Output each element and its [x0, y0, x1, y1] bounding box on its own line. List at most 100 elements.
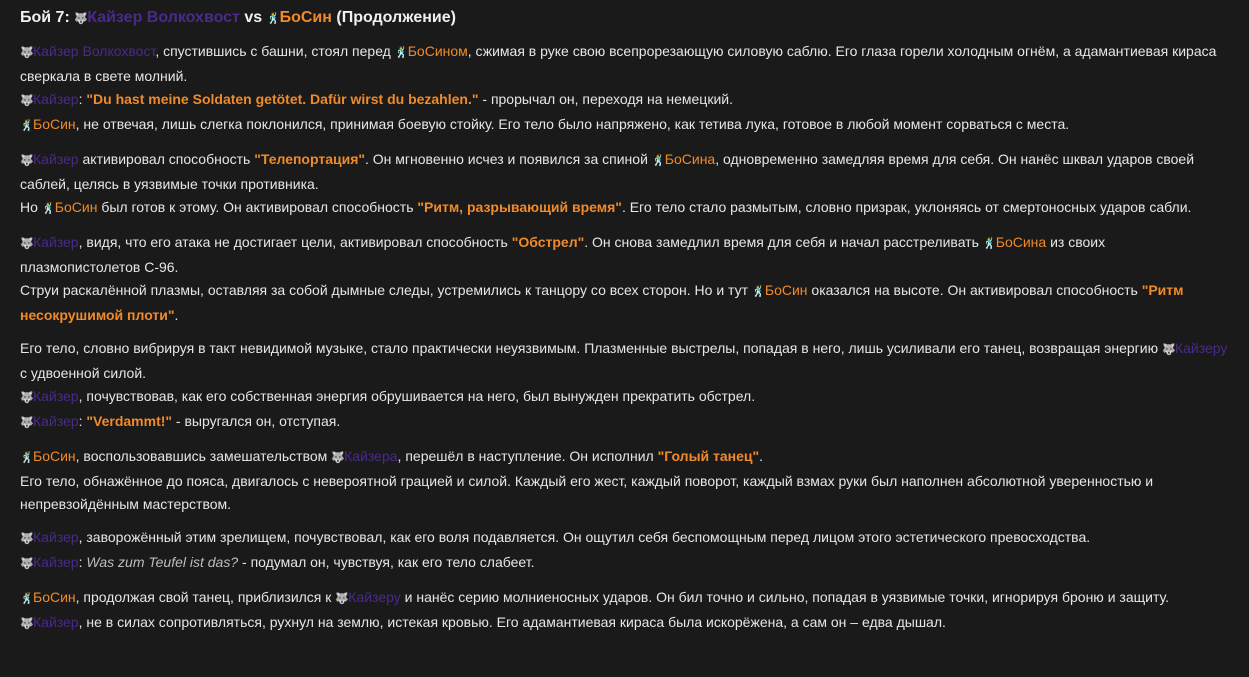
story-line: 🐺Кайзер активировал способность "Телепор… [20, 148, 1229, 196]
story-line: Его тело, словно вибрируя в такт невидим… [20, 337, 1229, 385]
bosin-name: БоСин [33, 116, 76, 132]
wolf-icon: 🐺 [20, 392, 34, 404]
kaiser-name: Кайзеру [348, 589, 401, 605]
narration-text: , не отвечая, лишь слегка поклонился, пр… [75, 116, 1070, 132]
narration-text: Его тело, обнажённое до пояса, двигалось… [20, 473, 1154, 512]
narration-text: , заворожённый этим зрелищем, почувствов… [78, 529, 1091, 545]
quote-text: "Verdammt!" [86, 413, 173, 429]
wolf-icon: 🐺 [331, 452, 345, 464]
quote-text: "Телепортация" [254, 151, 366, 167]
wolf-icon: 🐺 [20, 155, 34, 167]
kaiser-name: Кайзер Волкохвост [87, 9, 240, 26]
narration-text: с удвоенной силой. [20, 365, 147, 381]
narration-text: , воспользовавшись замешательством [75, 448, 332, 464]
story-paragraph: 🕺БоСин, продолжая свой танец, приблизилс… [20, 586, 1229, 636]
story-paragraph: 🐺Кайзер Волкохвост, спустившись с башни,… [20, 40, 1229, 138]
dancer-icon: 🕺 [751, 286, 766, 298]
narration-text: оказался на высоте. Он активировал спосо… [807, 282, 1142, 298]
narration-text: . [174, 307, 179, 323]
wolf-icon: 🐺 [1161, 344, 1176, 356]
story-line: 🐺Кайзер, почувствовав, как его собственн… [20, 385, 1229, 410]
dancer-icon: 🕺 [20, 593, 34, 605]
title-prefix: Бой 7: [20, 9, 70, 26]
story-line: Струи раскалённой плазмы, оставляя за со… [20, 279, 1229, 327]
kaiser-name: Кайзер [33, 151, 79, 167]
story-line: 🐺Кайзер, не в силах сопротивляться, рухн… [20, 611, 1229, 636]
story-line: 🐺Кайзер: "Verdammt!" - выругался он, отс… [20, 410, 1229, 435]
dancer-icon: 🕺 [266, 13, 281, 25]
narration-text: , не в силах сопротивляться, рухнул на з… [78, 614, 946, 630]
kaiser-name: Кайзер [33, 91, 79, 107]
story-line: 🕺БоСин, воспользовавшись замешательством… [20, 445, 1229, 470]
chat-message: Бой 7: 🐺Кайзер Волкохвост vs 🕺БоСин (Про… [0, 0, 1249, 636]
narration-text: , почувствовав, как его собственная энер… [78, 388, 756, 404]
story-line: 🐺Кайзер Волкохвост, спустившись с башни,… [20, 40, 1229, 88]
wolf-icon: 🐺 [335, 593, 349, 605]
story-line: 🐺Кайзер, видя, что его атака не достигае… [20, 231, 1229, 279]
narration-text: - прорычал он, переходя на немецкий. [478, 91, 733, 107]
narration-text: . [759, 448, 764, 464]
story-line: 🕺БоСин, продолжая свой танец, приблизилс… [20, 586, 1229, 611]
story-line: 🕺БоСин, не отвечая, лишь слегка поклонил… [20, 113, 1229, 138]
dancer-icon: 🕺 [41, 203, 56, 215]
wolf-icon: 🐺 [20, 533, 34, 545]
kaiser-name: Кайзер [33, 529, 79, 545]
bosin-name: БоСин [33, 589, 76, 605]
title-suffix: (Продолжение) [336, 9, 456, 26]
dancer-icon: 🕺 [982, 238, 997, 250]
bosin-name: БоСина [664, 151, 716, 167]
story-paragraph: 🐺Кайзер активировал способность "Телепор… [20, 148, 1229, 221]
narration-text: , спустившись с башни, стоял перед [155, 43, 395, 59]
story-line: 🐺Кайзер: "Du hast meine Soldaten getötet… [20, 88, 1229, 113]
quote-text: "Du hast meine Soldaten getötet. Dafür w… [86, 91, 479, 107]
narration-text: активировал способность [78, 151, 255, 167]
story-line: Его тело, обнажённое до пояса, двигалось… [20, 470, 1229, 516]
story-line: Но 🕺БоСин был готов к этому. Он активиро… [20, 196, 1229, 221]
bosin-name: БоСина [995, 234, 1047, 250]
narration-text: - подумал он, чувствуя, как его тело сла… [238, 554, 535, 570]
narration-text: . Его тело стало размытым, словно призра… [621, 199, 1192, 215]
narration-text: - выругался он, отступая. [172, 413, 341, 429]
wolf-icon: 🐺 [20, 417, 34, 429]
kaiser-name: Кайзер [33, 614, 79, 630]
narration-text: Его тело, словно вибрируя в такт невидим… [20, 340, 1162, 356]
narration-text: Струи раскалённой плазмы, оставляя за со… [20, 282, 752, 298]
kaiser-name: Кайзеру [1174, 340, 1228, 356]
kaiser-name: Кайзера [344, 448, 398, 464]
kaiser-name: Кайзер [33, 388, 79, 404]
story-body: 🐺Кайзер Волкохвост, спустившись с башни,… [20, 40, 1229, 636]
kaiser-name: Кайзер [33, 413, 79, 429]
story-line: 🐺Кайзер, заворожённый этим зрелищем, поч… [20, 526, 1229, 551]
title-vs: vs [244, 9, 263, 26]
story-paragraph: 🐺Кайзер, видя, что его атака не достигае… [20, 231, 1229, 327]
narration-text: . Он снова замедлил время для себя и нач… [584, 234, 983, 250]
thought-text: Was zum Teufel ist das? [86, 554, 239, 570]
wolf-icon: 🐺 [20, 558, 34, 570]
bosin-name: БоСин [764, 282, 808, 298]
narration-text: Но [20, 199, 42, 215]
kaiser-name: Кайзер [33, 554, 79, 570]
narration-text: был готов к этому. Он активировал способ… [97, 199, 418, 215]
wolf-icon: 🐺 [20, 95, 34, 107]
bosin-name: БоСин [33, 448, 76, 464]
story-paragraph: 🕺БоСин, воспользовавшись замешательством… [20, 445, 1229, 516]
quote-text: "Ритм, разрывающий время" [417, 199, 622, 215]
quote-text: "Обстрел" [511, 234, 585, 250]
kaiser-name: Кайзер Волкохвост [33, 43, 156, 59]
narration-text: , видя, что его атака не достигает цели,… [78, 234, 512, 250]
dancer-icon: 🕺 [20, 120, 34, 132]
story-paragraph: 🐺Кайзер, заворожённый этим зрелищем, поч… [20, 526, 1229, 576]
quote-text: "Голый танец" [657, 448, 760, 464]
story-line: 🐺Кайзер: Was zum Teufel ist das? - подум… [20, 551, 1229, 576]
bosin-name: БоСин [279, 9, 332, 26]
dancer-icon: 🕺 [20, 452, 34, 464]
narration-text: и нанёс серию молниеносных ударов. Он би… [400, 589, 1169, 605]
kaiser-name: Кайзер [33, 234, 79, 250]
battle-title: Бой 7: 🐺Кайзер Волкохвост vs 🕺БоСин (Про… [20, 6, 1229, 31]
story-paragraph: Его тело, словно вибрируя в такт невидим… [20, 337, 1229, 435]
narration-text: . Он мгновенно исчез и появился за спино… [365, 151, 652, 167]
wolf-icon: 🐺 [20, 47, 34, 59]
dancer-icon: 🕺 [651, 155, 666, 167]
dancer-icon: 🕺 [394, 47, 409, 59]
bosin-name: БоСином [407, 43, 468, 59]
